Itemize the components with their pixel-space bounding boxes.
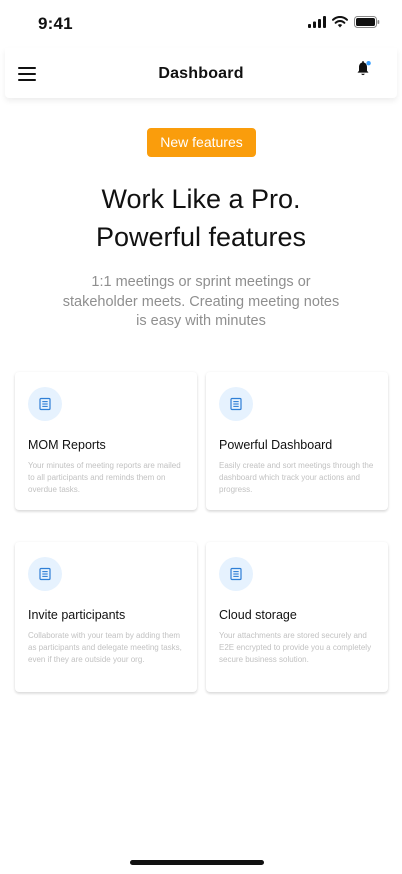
page-title: Dashboard [158, 65, 244, 82]
app-header: Dashboard [5, 48, 397, 98]
feature-card-title: MOM Reports [28, 438, 106, 452]
document-icon [219, 557, 253, 591]
home-indicator[interactable] [130, 860, 264, 865]
feature-card-mom-reports[interactable]: MOM Reports Your minutes of meeting repo… [15, 372, 197, 510]
feature-card-description: Easily create and sort meetings through … [219, 461, 374, 494]
status-time: 9:41 [38, 14, 73, 33]
feature-card-invite-participants[interactable]: Invite participants Collaborate with you… [15, 542, 197, 692]
document-icon [28, 557, 62, 591]
feature-card-title: Cloud storage [219, 608, 297, 622]
hero-title: Work Like a Pro. Powerful features [0, 180, 402, 256]
feature-card-title: Powerful Dashboard [219, 438, 333, 452]
dashboard-screen: 9:41 Dashboard New features Work Like a … [0, 0, 402, 874]
feature-card-description: Your minutes of meeting reports are mail… [28, 461, 181, 494]
wifi-icon [332, 16, 348, 28]
new-features-badge: New features [147, 128, 256, 157]
feature-card-cloud-storage[interactable]: Cloud storage Your attachments are store… [206, 542, 388, 692]
hero-subtitle: 1:1 meetings or sprint meetings or stake… [62, 274, 340, 329]
cellular-signal-icon [308, 16, 326, 28]
notification-bell-icon[interactable] [356, 60, 372, 78]
document-icon [28, 387, 62, 421]
hero-title-line-1: Work Like a Pro. [101, 184, 301, 214]
status-bar: 9:41 [0, 0, 402, 48]
hero-title-line-2: Powerful features [95, 222, 307, 252]
document-icon [219, 387, 253, 421]
notification-dot [366, 61, 371, 66]
battery-icon [354, 16, 380, 28]
status-icons [308, 16, 380, 28]
feature-card-description: Collaborate with your team by adding the… [28, 631, 182, 664]
feature-card-powerful-dashboard[interactable]: Powerful Dashboard Easily create and sor… [206, 372, 388, 510]
feature-card-title: Invite participants [28, 608, 126, 622]
feature-card-description: Your attachments are stored securely and… [219, 631, 372, 664]
